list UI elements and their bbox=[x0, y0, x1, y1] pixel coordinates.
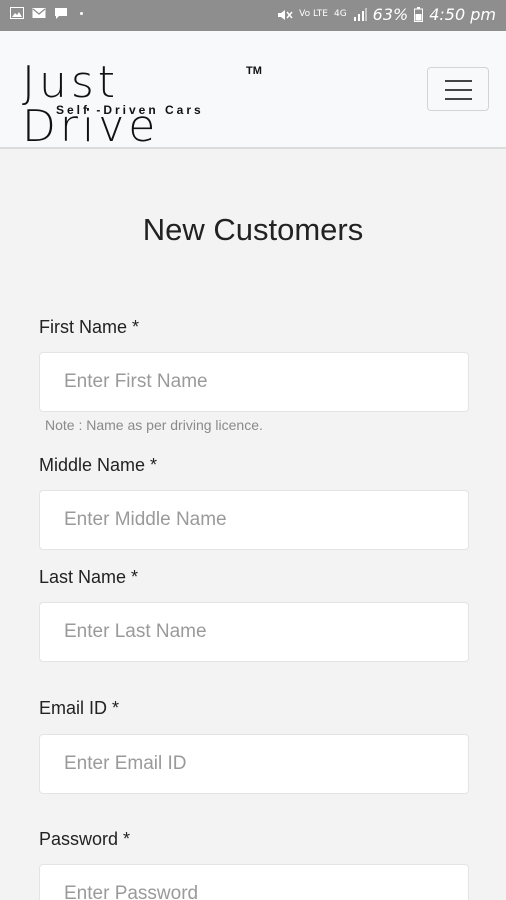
middle-name-label: Middle Name * bbox=[39, 455, 158, 475]
battery-percent: 63% bbox=[372, 5, 409, 24]
hamburger-icon bbox=[445, 80, 472, 82]
mute-icon bbox=[278, 9, 293, 20]
password-input[interactable] bbox=[39, 864, 469, 900]
last-name-label: Last Name * bbox=[39, 567, 139, 587]
notification-icons bbox=[10, 7, 83, 19]
more-notifications-dot bbox=[80, 11, 83, 15]
registration-form: New Customers First Name * Note : Name a… bbox=[0, 151, 506, 900]
mail-icon bbox=[32, 8, 46, 18]
image-icon bbox=[10, 7, 24, 19]
password-label: Password * bbox=[39, 829, 131, 849]
navbar: Just Drive TM Self -Driven Cars bbox=[0, 31, 506, 149]
data-label: 4G bbox=[333, 9, 347, 19]
first-name-label: First Name * bbox=[39, 317, 140, 337]
battery-icon bbox=[414, 7, 424, 22]
status-bar: Vo LTE 4G 63% 4:50 pm bbox=[0, 0, 506, 31]
email-input[interactable] bbox=[39, 734, 469, 794]
middle-name-input[interactable] bbox=[39, 490, 469, 550]
brand-trademark: TM bbox=[246, 65, 262, 77]
brand-tagline: Self -Driven Cars bbox=[56, 103, 204, 117]
menu-toggle-button[interactable] bbox=[427, 67, 489, 111]
signal-icon bbox=[353, 8, 367, 21]
volte-label: Vo LTE bbox=[299, 9, 328, 19]
brand-logo[interactable]: Just Drive TM Self -Driven Cars bbox=[22, 61, 267, 149]
first-name-input[interactable] bbox=[39, 352, 469, 412]
email-label: Email ID * bbox=[39, 698, 120, 718]
first-name-note: Note : Name as per driving licence. bbox=[45, 417, 263, 433]
clock: 4:50 pm bbox=[429, 5, 496, 24]
message-icon bbox=[55, 8, 67, 19]
page-title: New Customers bbox=[142, 212, 364, 247]
hamburger-icon-line bbox=[445, 89, 472, 91]
hamburger-icon-line bbox=[445, 98, 472, 100]
last-name-input[interactable] bbox=[39, 602, 469, 662]
system-indicators: Vo LTE 4G 63% 4:50 pm bbox=[277, 5, 496, 24]
